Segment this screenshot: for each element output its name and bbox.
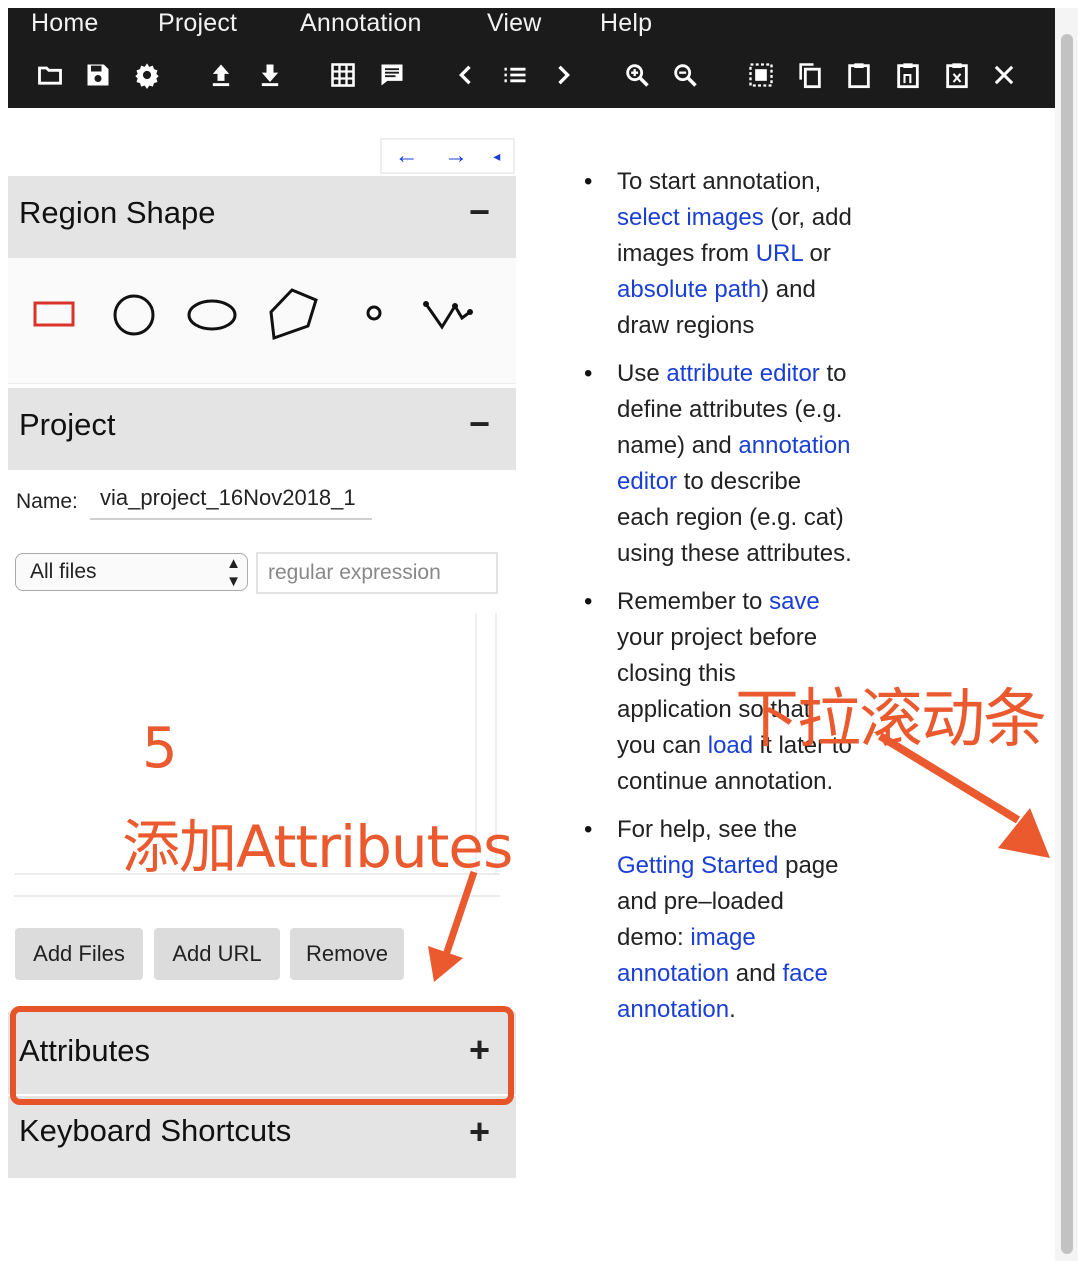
- paste-delete-icon[interactable]: [940, 58, 974, 92]
- grid-view-icon[interactable]: [326, 58, 360, 92]
- file-filter-select[interactable]: All files ▲ ▼: [15, 553, 248, 591]
- expand-icon[interactable]: +: [469, 1111, 490, 1153]
- paste-n-icon[interactable]: [891, 58, 925, 92]
- page-scrollbar-thumb[interactable]: [1061, 34, 1073, 1254]
- getting-started-link[interactable]: Getting Started: [617, 852, 778, 879]
- list-icon[interactable]: [498, 58, 532, 92]
- url-link[interactable]: URL: [756, 240, 803, 267]
- copy-icon[interactable]: [793, 58, 827, 92]
- add-files-button[interactable]: Add Files: [15, 928, 143, 980]
- ellipse-tool[interactable]: [186, 297, 238, 338]
- step-number-annotation: 5: [142, 716, 178, 781]
- help-item: For help, see the Getting Started page a…: [582, 812, 852, 1028]
- select-images-link[interactable]: select images: [617, 204, 764, 231]
- help-item: Use attribute editor to define attribute…: [582, 356, 852, 572]
- settings-icon[interactable]: [130, 58, 164, 92]
- collapse-icon[interactable]: −: [469, 403, 490, 445]
- polyline-tool[interactable]: [422, 294, 474, 339]
- region-shape-title: Region Shape: [19, 195, 216, 230]
- attributes-highlight-box: [10, 1006, 514, 1105]
- help-text: Remember to: [617, 588, 763, 615]
- save-link[interactable]: save: [769, 588, 820, 615]
- help-text: .: [729, 996, 736, 1023]
- polygon-tool[interactable]: [264, 286, 324, 349]
- regex-filter-input[interactable]: [256, 552, 498, 594]
- help-text: For help, see the: [617, 816, 798, 843]
- download-icon[interactable]: [253, 58, 287, 92]
- region-shape-header[interactable]: Region Shape −: [8, 176, 516, 258]
- zoom-out-icon[interactable]: [668, 58, 702, 92]
- scroll-hint-annotation: 下拉滚动条: [735, 683, 1047, 757]
- paste-icon[interactable]: [842, 58, 876, 92]
- prev-icon[interactable]: [449, 58, 483, 92]
- project-name-label: Name:: [16, 490, 78, 513]
- project-name-input[interactable]: [90, 478, 372, 520]
- rectangle-tool[interactable]: [33, 301, 75, 334]
- close-icon[interactable]: [987, 58, 1021, 92]
- help-item: To start annotation, select images (or, …: [582, 164, 852, 344]
- help-panel: To start annotation, select images (or, …: [582, 164, 852, 1040]
- zoom-in-icon[interactable]: [620, 58, 654, 92]
- menu-view[interactable]: View: [487, 9, 542, 38]
- select-all-icon[interactable]: [744, 58, 778, 92]
- toolbar: [8, 54, 1055, 98]
- panel-right-arrow-icon[interactable]: →: [444, 142, 468, 170]
- upload-icon[interactable]: [204, 58, 238, 92]
- circle-tool[interactable]: [111, 292, 157, 343]
- menu-annotation[interactable]: Annotation: [300, 9, 422, 38]
- keyboard-shortcuts-title: Keyboard Shortcuts: [19, 1113, 292, 1148]
- next-icon[interactable]: [546, 58, 580, 92]
- absolute-path-link[interactable]: absolute path: [617, 276, 761, 303]
- keyboard-shortcuts-header[interactable]: Keyboard Shortcuts +: [8, 1096, 516, 1178]
- collapse-icon[interactable]: −: [469, 191, 490, 233]
- add-attributes-annotation: 添加Attributes: [122, 813, 513, 881]
- save-icon[interactable]: [81, 58, 115, 92]
- page-scrollbar[interactable]: [1055, 8, 1078, 1261]
- top-bar: Home Project Annotation View Help: [8, 8, 1055, 108]
- menu-help[interactable]: Help: [600, 9, 652, 38]
- help-text: To start annotation,: [617, 168, 822, 195]
- shape-tools: [8, 258, 516, 384]
- point-tool[interactable]: [363, 302, 385, 329]
- menu-project[interactable]: Project: [158, 9, 237, 38]
- file-filter-value: All files: [30, 560, 97, 583]
- help-text: or: [809, 240, 831, 267]
- select-arrows-icon: ▲ ▼: [226, 555, 241, 590]
- help-text: Use: [617, 360, 660, 387]
- comment-icon[interactable]: [375, 58, 409, 92]
- attribute-editor-link[interactable]: attribute editor: [666, 360, 819, 387]
- panel-collapse-icon[interactable]: ◂: [493, 148, 500, 165]
- panel-left-arrow-icon[interactable]: ←: [395, 142, 419, 170]
- panel-nav: ← → ◂: [380, 138, 515, 174]
- menu-home[interactable]: Home: [31, 9, 99, 38]
- menu-bar: Home Project Annotation View Help: [8, 8, 1055, 44]
- help-text: and: [735, 960, 776, 987]
- project-header[interactable]: Project −: [8, 388, 516, 470]
- folder-open-icon[interactable]: [33, 58, 67, 92]
- remove-button[interactable]: Remove: [290, 928, 404, 980]
- add-url-button[interactable]: Add URL: [154, 928, 280, 980]
- project-title: Project: [19, 407, 116, 442]
